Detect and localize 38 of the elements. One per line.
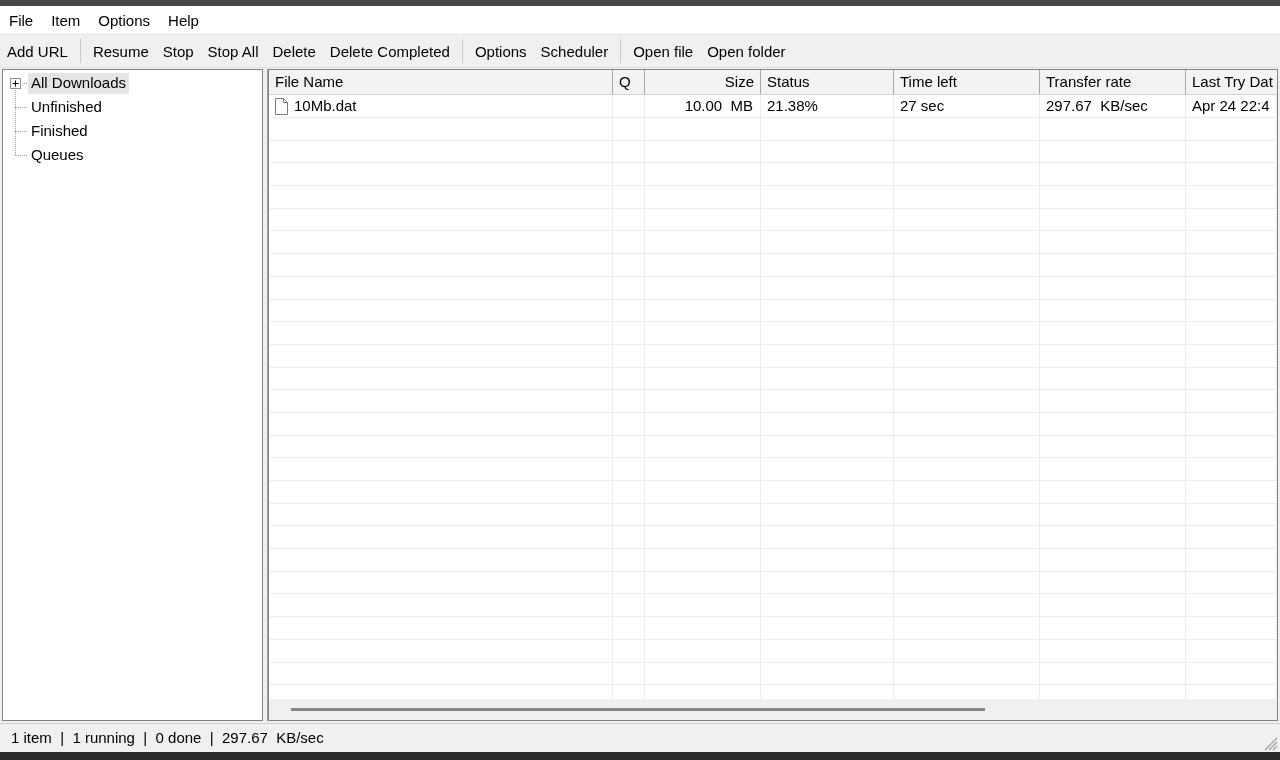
table-cell: 27 sec: [894, 95, 1040, 117]
column-header[interactable]: Status: [761, 70, 894, 94]
scrollbar-thumb[interactable]: [291, 708, 985, 711]
column-header[interactable]: File Name: [269, 70, 613, 94]
file-icon: [275, 97, 288, 115]
table-row[interactable]: 10Mb.dat 10.00 MB 21.38% 27 sec 297.67 KB/sec Apr 24 22:4: [269, 95, 1277, 118]
menu-item[interactable]: Item: [42, 8, 90, 32]
toolbar-button[interactable]: Delete: [265, 38, 323, 64]
menu-item[interactable]: Help: [159, 8, 208, 32]
file-name: 10Mb.dat: [294, 95, 357, 116]
tree-item[interactable]: Finished: [28, 120, 91, 142]
tree-item[interactable]: All Downloads: [28, 72, 130, 94]
toolbar-button[interactable]: Open file: [626, 38, 701, 64]
toolbar-button[interactable]: Options: [467, 38, 534, 64]
table-cell: 10.00 MB: [645, 95, 761, 117]
tree-item[interactable]: Queues: [28, 144, 87, 166]
status-text: 1 item | 1 running | 0 done | 297.67 KB/sec: [11, 727, 324, 748]
toolbar-button[interactable]: Resume: [85, 38, 156, 64]
tree-item[interactable]: Unfinished: [28, 96, 105, 118]
expand-icon[interactable]: [10, 78, 21, 89]
column-header[interactable]: Last Try Dat: [1186, 70, 1277, 94]
table-cell: Apr 24 22:4: [1186, 95, 1277, 117]
menu-item[interactable]: Options: [89, 8, 160, 32]
table-cell: 21.38%: [761, 95, 894, 117]
menu-item[interactable]: File: [0, 8, 43, 32]
toolbar-button[interactable]: Delete Completed: [322, 38, 457, 64]
toolbar-button[interactable]: Stop All: [200, 38, 266, 64]
column-header[interactable]: Transfer rate: [1040, 70, 1186, 94]
resize-grip-icon[interactable]: [1264, 737, 1278, 751]
table-cell: 297.67 KB/sec: [1040, 95, 1186, 117]
column-header[interactable]: Q: [613, 70, 645, 94]
toolbar-button[interactable]: Scheduler: [533, 38, 616, 64]
toolbar-button[interactable]: Open folder: [700, 38, 793, 64]
toolbar-button[interactable]: Stop: [155, 38, 201, 64]
horizontal-scrollbar[interactable]: [269, 699, 1277, 720]
column-header[interactable]: Size: [645, 70, 761, 94]
toolbar-button[interactable]: Add URL: [0, 38, 75, 64]
column-header[interactable]: Time left: [894, 70, 1040, 94]
